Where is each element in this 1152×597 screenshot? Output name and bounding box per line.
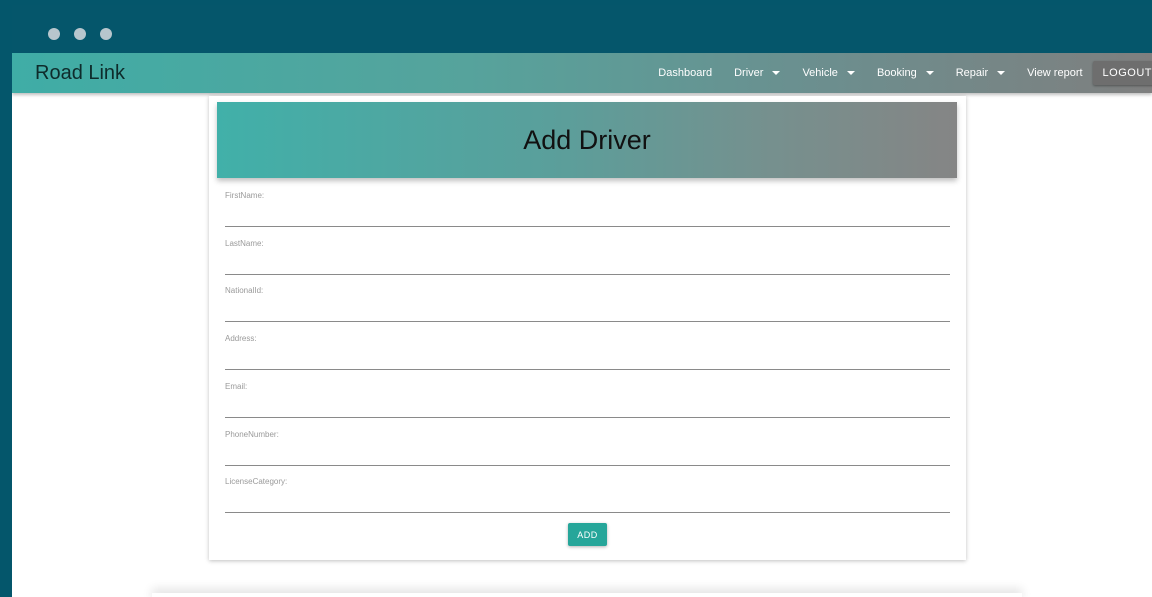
phone-number-field: PhoneNumber: bbox=[225, 430, 950, 470]
national-id-label: NationalId: bbox=[225, 286, 264, 295]
nav-item-view-report[interactable]: View report bbox=[1027, 67, 1082, 79]
email-input[interactable] bbox=[225, 394, 950, 418]
window-maximize-dot[interactable] bbox=[100, 28, 112, 40]
nav-item-label: Booking bbox=[876, 67, 917, 79]
phone-number-label: PhoneNumber: bbox=[225, 430, 279, 439]
nav-item-label: Dashboard bbox=[658, 67, 713, 79]
logout-button[interactable]: LOGOUT bbox=[1092, 61, 1152, 85]
nav-item-label: Driver bbox=[734, 67, 764, 79]
first-name-input[interactable] bbox=[225, 203, 950, 227]
license-category-field: LicenseCategory: bbox=[225, 477, 950, 517]
address-input[interactable] bbox=[225, 346, 950, 370]
address-label: Address: bbox=[225, 334, 257, 343]
nav-item-booking[interactable]: Booking bbox=[877, 67, 934, 79]
page-title: Add Driver bbox=[523, 124, 651, 155]
brand-logo[interactable]: Road Link bbox=[35, 62, 125, 85]
add-driver-card: Add Driver FirstName: LastName: National… bbox=[209, 96, 966, 560]
license-category-label: LicenseCategory: bbox=[225, 477, 288, 486]
footer-edge bbox=[152, 593, 1022, 597]
caret-down-icon bbox=[997, 71, 1006, 75]
card-header: Add Driver bbox=[217, 102, 957, 178]
address-field: Address: bbox=[225, 334, 950, 374]
email-label: Email: bbox=[225, 382, 248, 391]
nav-item-label: Repair bbox=[955, 67, 989, 79]
nav-menu: Dashboard Driver Vehicle Booking Repair … bbox=[658, 53, 1152, 93]
national-id-field: NationalId: bbox=[225, 286, 950, 326]
national-id-input[interactable] bbox=[225, 298, 950, 322]
nav-item-dashboard[interactable]: Dashboard bbox=[658, 67, 712, 79]
caret-down-icon bbox=[772, 71, 781, 75]
last-name-label: LastName: bbox=[225, 239, 264, 248]
navbar: Road Link Dashboard Driver Vehicle Booki… bbox=[12, 53, 1152, 93]
nav-item-repair[interactable]: Repair bbox=[955, 67, 1006, 79]
email-field: Email: bbox=[225, 382, 950, 422]
first-name-field: FirstName: bbox=[225, 191, 950, 231]
window-close-dot[interactable] bbox=[48, 28, 60, 40]
window-minimize-dot[interactable] bbox=[74, 28, 86, 40]
first-name-label: FirstName: bbox=[225, 191, 265, 200]
caret-down-icon bbox=[846, 71, 855, 75]
window-titlebar bbox=[12, 5, 1152, 53]
nav-item-label: Vehicle bbox=[802, 67, 838, 79]
add-button[interactable]: ADD bbox=[568, 523, 607, 546]
phone-number-input[interactable] bbox=[225, 442, 950, 466]
last-name-input[interactable] bbox=[225, 251, 950, 275]
nav-item-label: View report bbox=[1027, 67, 1083, 79]
last-name-field: LastName: bbox=[225, 239, 950, 279]
caret-down-icon bbox=[925, 71, 934, 75]
nav-item-vehicle[interactable]: Vehicle bbox=[802, 67, 855, 79]
app-window: Road Link Dashboard Driver Vehicle Booki… bbox=[12, 53, 1152, 597]
license-category-input[interactable] bbox=[225, 489, 950, 513]
nav-item-driver[interactable]: Driver bbox=[734, 67, 781, 79]
